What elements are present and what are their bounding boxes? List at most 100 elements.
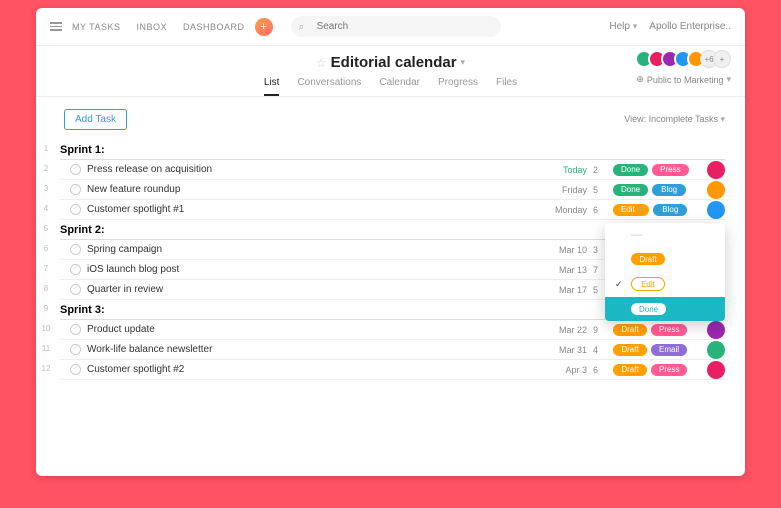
title-chevron-icon[interactable]: ▾ — [461, 57, 466, 68]
task-name[interactable]: New feature roundup — [87, 184, 539, 195]
complete-checkbox[interactable] — [70, 264, 81, 275]
list-toolbar: Add Task View: Incomplete Tasks ▾ — [60, 109, 725, 130]
nav-inbox[interactable]: INBOX — [137, 22, 168, 32]
assignee-avatar[interactable] — [707, 361, 725, 379]
member-avatars: +6 + — [640, 50, 731, 68]
task-name[interactable]: Customer spotlight #2 — [87, 364, 539, 375]
task-row: Product update Mar 22 9 DraftPress — [60, 320, 725, 340]
complete-checkbox[interactable] — [70, 204, 81, 215]
status-dropdown: — Draft ✓ Edit Done — [605, 223, 725, 321]
row-numbers: 123456789101112 — [36, 97, 56, 392]
star-icon[interactable]: ☆ — [316, 56, 327, 70]
project-tabs: List Conversations Calendar Progress Fil… — [50, 77, 731, 96]
tag-pill[interactable]: Draft — [613, 324, 647, 336]
task-row: Customer spotlight #2 Apr 3 6 Draft Press — [60, 360, 725, 380]
tags: Draft Press — [613, 364, 701, 376]
section-header[interactable]: Sprint 1: — [60, 140, 725, 160]
due-date[interactable]: Mar 10 — [545, 245, 587, 255]
subtask-count: 6 — [593, 205, 607, 215]
add-member-button[interactable]: + — [713, 50, 731, 68]
tag-pill[interactable]: Blog — [653, 204, 687, 216]
tags: Draft Email — [613, 344, 701, 356]
complete-checkbox[interactable] — [70, 284, 81, 295]
status-pill: Draft — [631, 253, 665, 265]
due-date[interactable]: Mar 13 — [545, 265, 587, 275]
nav-mytasks[interactable]: MY TASKS — [72, 22, 121, 32]
task-name[interactable]: Press release on acquisition — [87, 164, 539, 175]
content: Add Task View: Incomplete Tasks ▾ Sprint… — [56, 97, 745, 392]
tags: Done Blog — [613, 184, 701, 196]
view-selector[interactable]: View: Incomplete Tasks ▾ — [624, 114, 725, 125]
assignee-avatar[interactable] — [707, 181, 725, 199]
search-icon: ⌕ — [299, 21, 305, 32]
task-name[interactable]: Customer spotlight #1 — [87, 204, 539, 215]
task-row: Press release on acquisition Today 2 Don… — [60, 160, 725, 180]
tag-pill[interactable]: Press — [651, 324, 687, 336]
tag-pill[interactable]: Done — [613, 164, 648, 176]
dropdown-item-blank[interactable]: — — [605, 223, 725, 247]
app-window: MY TASKS INBOX DASHBOARD + ⌕ Help ▾ Apol… — [36, 8, 745, 476]
subtask-count: 5 — [593, 185, 607, 195]
task-row: Customer spotlight #1 Monday 6 Edit▾ Blog — [60, 200, 725, 220]
task-name[interactable]: Work-life balance newsletter — [87, 344, 539, 355]
task-name[interactable]: Quarter in review — [87, 284, 539, 295]
privacy-selector[interactable]: ⊕ Public to Marketing ▾ — [636, 74, 731, 85]
tag-pill[interactable]: Press — [652, 164, 688, 176]
nav-dashboard[interactable]: DASHBOARD — [183, 22, 245, 32]
tab-list[interactable]: List — [264, 77, 280, 96]
tags: Edit▾ Blog — [613, 204, 701, 216]
complete-checkbox[interactable] — [70, 364, 81, 375]
status-pill: Done — [631, 303, 666, 315]
assignee-avatar[interactable] — [707, 161, 725, 179]
tab-progress[interactable]: Progress — [438, 77, 478, 96]
tag-pill[interactable]: Email — [651, 344, 687, 356]
task-name[interactable]: Product update — [87, 324, 539, 335]
due-date[interactable]: Monday — [545, 205, 587, 215]
dropdown-item[interactable]: Draft — [605, 247, 725, 271]
tab-conversations[interactable]: Conversations — [297, 77, 361, 96]
complete-checkbox[interactable] — [70, 324, 81, 335]
assignee-avatar[interactable] — [707, 321, 725, 339]
task-row: New feature roundup Friday 5 Done Blog — [60, 180, 725, 200]
dropdown-item[interactable]: Done — [605, 297, 725, 321]
assignee-avatar[interactable] — [707, 341, 725, 359]
tags: Draft Press — [613, 324, 701, 336]
task-name[interactable]: iOS launch blog post — [87, 264, 539, 275]
add-task-button[interactable]: Add Task — [64, 109, 127, 130]
tab-files[interactable]: Files — [496, 77, 517, 96]
due-date[interactable]: Apr 3 — [545, 365, 587, 375]
complete-checkbox[interactable] — [70, 244, 81, 255]
project-header: ☆ Editorial calendar ▾ +6 + List Convers… — [36, 46, 745, 97]
menu-icon[interactable] — [50, 22, 62, 31]
assignee-avatar[interactable] — [707, 201, 725, 219]
main: 123456789101112 Add Task View: Incomplet… — [36, 97, 745, 392]
tag-pill[interactable]: Blog — [652, 184, 686, 196]
tag-pill[interactable]: Draft — [613, 344, 647, 356]
due-date[interactable]: Friday — [545, 185, 587, 195]
tab-calendar[interactable]: Calendar — [379, 77, 420, 96]
page-title[interactable]: Editorial calendar — [331, 54, 457, 71]
search-input[interactable] — [291, 16, 501, 37]
topbar: MY TASKS INBOX DASHBOARD + ⌕ Help ▾ Apol… — [36, 8, 745, 46]
tags: Done Press — [613, 164, 701, 176]
status-pill: Edit — [631, 277, 665, 291]
complete-checkbox[interactable] — [70, 344, 81, 355]
dropdown-item[interactable]: ✓ Edit — [605, 271, 725, 297]
tag-pill[interactable]: Done — [613, 184, 648, 196]
complete-checkbox[interactable] — [70, 164, 81, 175]
help-link[interactable]: Help ▾ — [609, 21, 637, 32]
topbar-right: Help ▾ Apollo Enterprise.. — [609, 21, 731, 32]
due-date[interactable]: Mar 22 — [545, 325, 587, 335]
due-date[interactable]: Mar 17 — [545, 285, 587, 295]
due-date[interactable]: Mar 31 — [545, 345, 587, 355]
quick-add-button[interactable]: + — [255, 18, 273, 36]
tag-pill[interactable]: Draft — [613, 364, 647, 376]
task-name[interactable]: Spring campaign — [87, 244, 539, 255]
workspace-link[interactable]: Apollo Enterprise.. — [649, 21, 731, 32]
check-icon: ✓ — [615, 279, 625, 290]
tag-pill[interactable]: Edit▾ — [613, 204, 649, 216]
due-date[interactable]: Today — [545, 165, 587, 175]
tag-pill[interactable]: Press — [651, 364, 687, 376]
complete-checkbox[interactable] — [70, 184, 81, 195]
subtask-count: 6 — [593, 365, 607, 375]
